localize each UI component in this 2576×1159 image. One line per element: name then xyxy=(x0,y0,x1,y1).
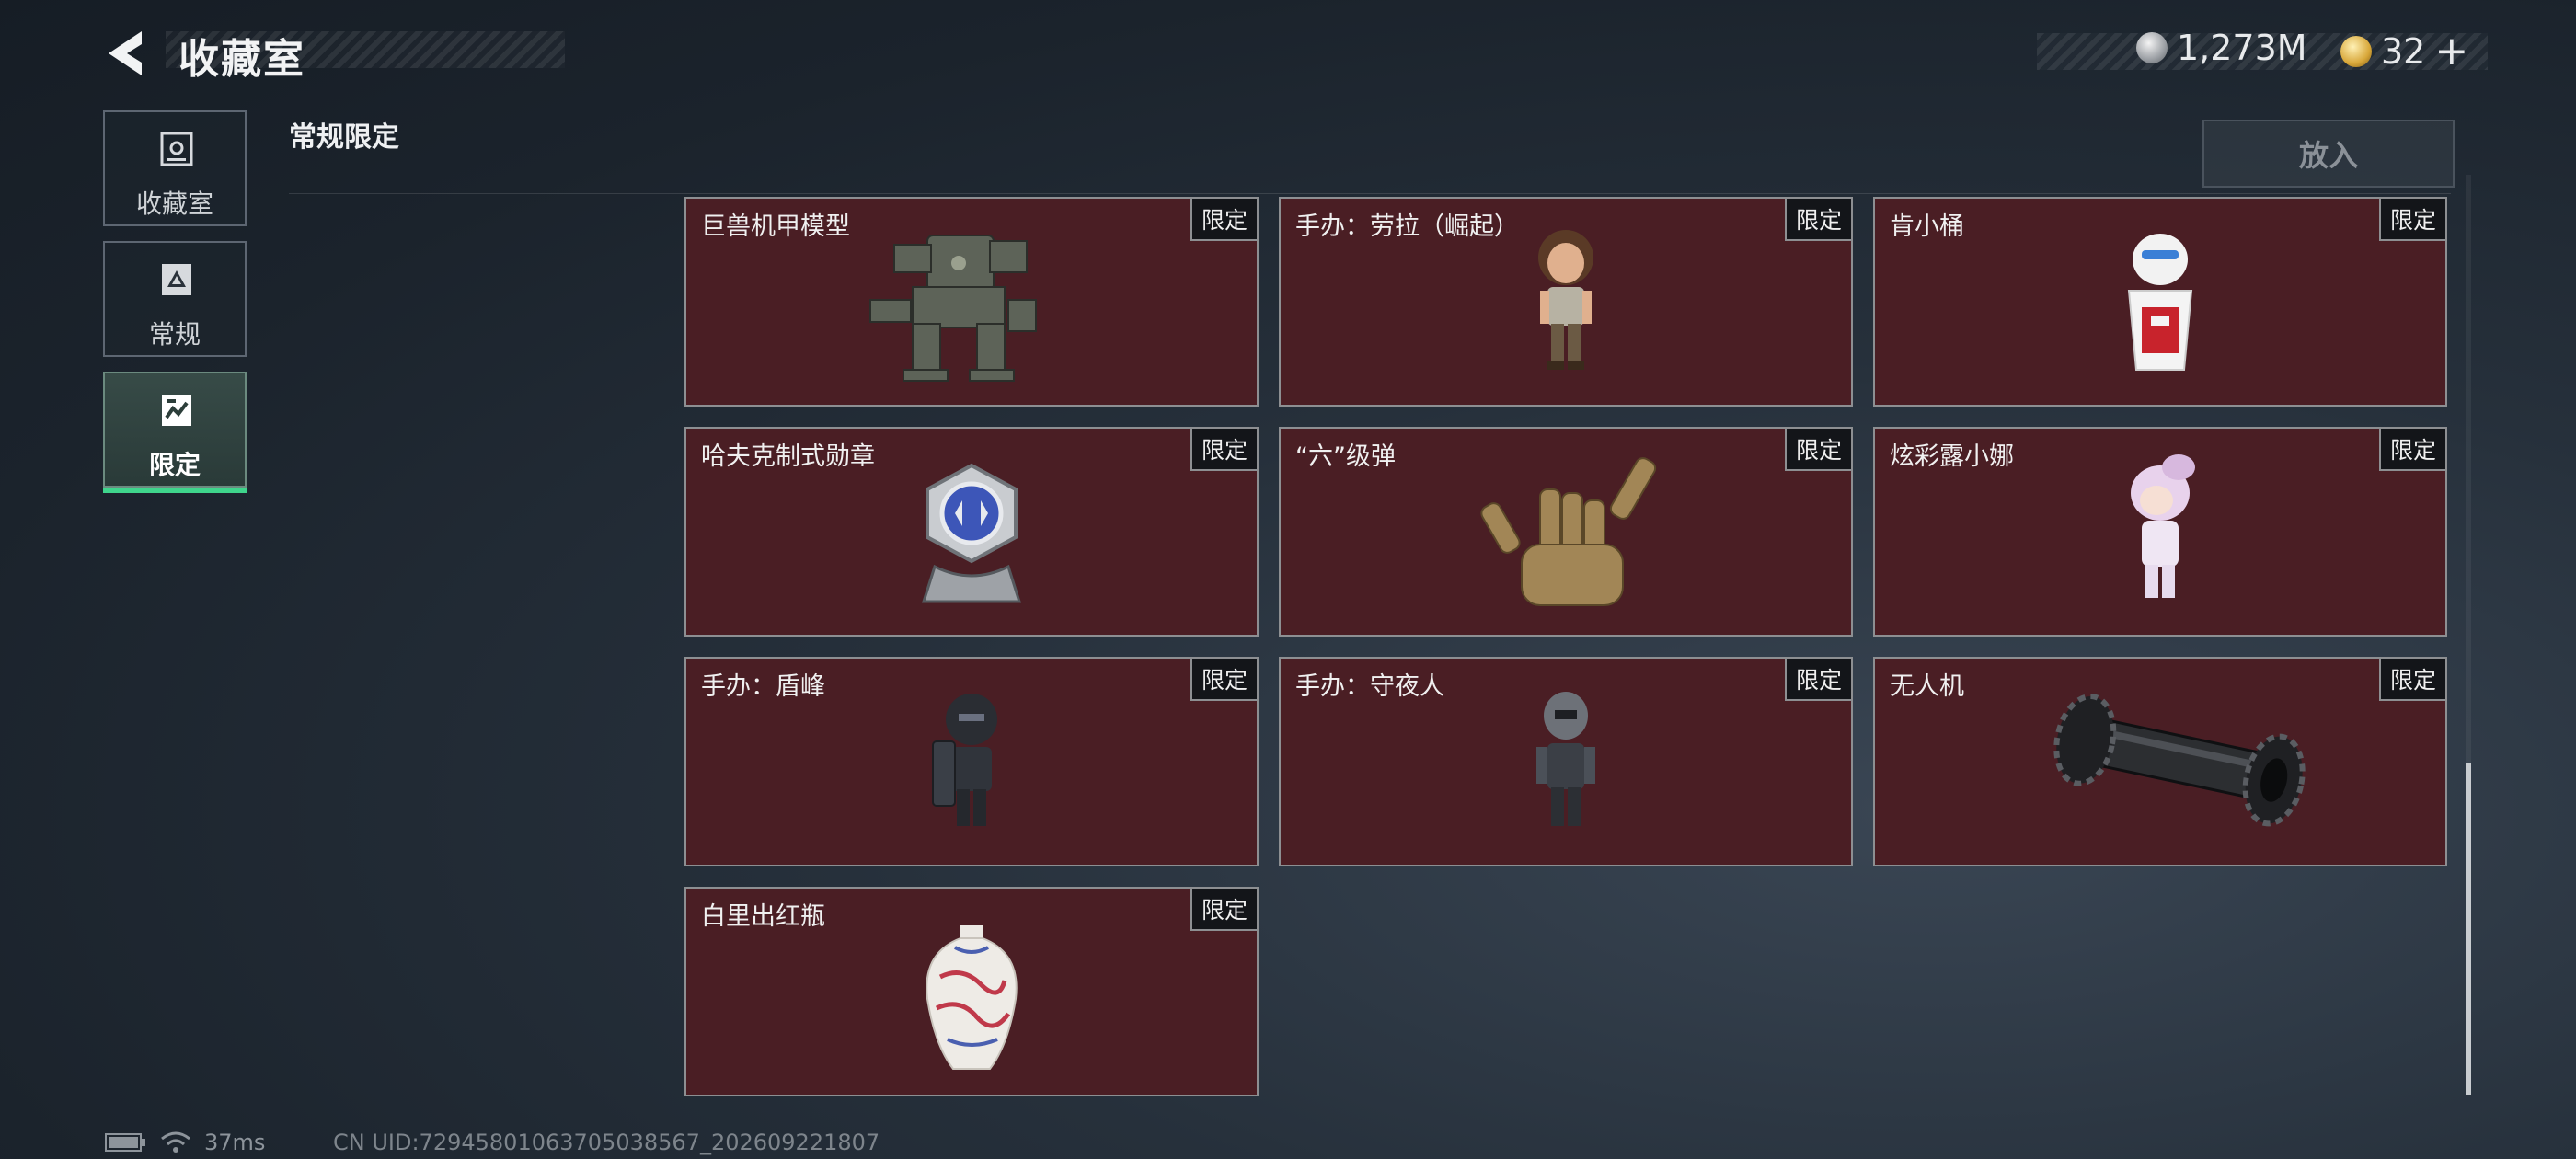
item-name: 肯小桶 xyxy=(1890,212,1964,241)
item-card-nightwatch[interactable]: 手办：守夜人 限定 xyxy=(1279,657,1853,866)
limited-badge: 限定 xyxy=(1784,199,1851,241)
limited-badge: 限定 xyxy=(1190,659,1257,701)
tab-regular[interactable]: 常规 xyxy=(103,241,247,357)
item-card-bullets[interactable]: “六”级弹 限定 xyxy=(1279,427,1853,637)
item-name: 炫彩露小娜 xyxy=(1890,442,2014,471)
item-card-kfc[interactable]: 肯小桶 限定 xyxy=(1873,197,2447,407)
silver-currency: 1,273M xyxy=(2136,28,2307,68)
tab-limited[interactable]: 限定 xyxy=(103,372,247,493)
limited-badge: 限定 xyxy=(2378,199,2445,241)
item-card-mech[interactable]: 巨兽机甲模型 限定 xyxy=(684,197,1259,407)
item-card-vase[interactable]: 白里出红瓶 限定 xyxy=(684,887,1259,1096)
user-uid: CN UID:7294580106370503856​7_20260922180… xyxy=(333,1130,880,1155)
add-currency-icon[interactable]: + xyxy=(2434,28,2468,75)
section-title: 常规限定 xyxy=(289,121,399,154)
back-arrow-icon xyxy=(109,31,142,75)
limited-badge: 限定 xyxy=(1190,889,1257,931)
limited-badge: 限定 xyxy=(2378,429,2445,471)
limited-badge: 限定 xyxy=(1190,199,1257,241)
limited-badge: 限定 xyxy=(2378,659,2445,701)
section-divider xyxy=(289,193,2451,194)
page-title: 收藏室 xyxy=(178,36,305,83)
item-name: 白里出红瓶 xyxy=(701,902,825,931)
battery-icon xyxy=(105,1133,145,1152)
wifi-icon xyxy=(161,1131,190,1153)
item-card-lara[interactable]: 手办：劳拉（崛起） 限定 xyxy=(1279,197,1853,407)
gold-currency[interactable]: 32 + xyxy=(2340,28,2468,75)
item-name: 巨兽机甲模型 xyxy=(701,212,850,241)
tab-regular-label: 常规 xyxy=(148,319,201,350)
gold-amount: 32 xyxy=(2381,30,2426,72)
status-bar: 37ms xyxy=(105,1130,265,1155)
ping-value: 37ms xyxy=(204,1130,266,1155)
active-tab-indicator xyxy=(103,488,247,493)
gold-coin-icon xyxy=(2340,35,2372,67)
limited-badge: 限定 xyxy=(1784,659,1851,701)
scrollbar-thumb[interactable] xyxy=(2466,763,2471,1095)
back-button[interactable] xyxy=(101,26,160,81)
item-card-shield[interactable]: 手办：盾峰 限定 xyxy=(684,657,1259,866)
item-card-drone[interactable]: 无人机 限定 xyxy=(1873,657,2447,866)
item-name: 哈夫克制式勋章 xyxy=(701,442,875,471)
item-card-medal[interactable]: 哈夫克制式勋章 限定 xyxy=(684,427,1259,637)
silver-amount: 1,273M xyxy=(2177,28,2307,68)
item-card-luna[interactable]: 炫彩露小娜 限定 xyxy=(1873,427,2447,637)
put-in-button[interactable]: 放入 xyxy=(2202,120,2455,188)
regular-icon xyxy=(162,264,191,295)
item-name: “六”级弹 xyxy=(1295,442,1396,471)
item-name: 手办：守夜人 xyxy=(1295,672,1444,701)
tab-limited-label: 限定 xyxy=(148,450,201,480)
limited-badge: 限定 xyxy=(1190,429,1257,471)
item-name: 手办：劳拉（崛起） xyxy=(1295,212,1519,241)
item-name: 无人机 xyxy=(1890,672,1964,701)
tab-vault-label: 收藏室 xyxy=(135,189,213,219)
tab-vault[interactable]: 收藏室 xyxy=(103,110,247,226)
silver-coin-icon xyxy=(2136,32,2168,63)
limited-icon xyxy=(162,395,191,426)
vault-icon xyxy=(160,132,193,166)
item-name: 手办：盾峰 xyxy=(701,672,825,701)
limited-badge: 限定 xyxy=(1784,429,1851,471)
